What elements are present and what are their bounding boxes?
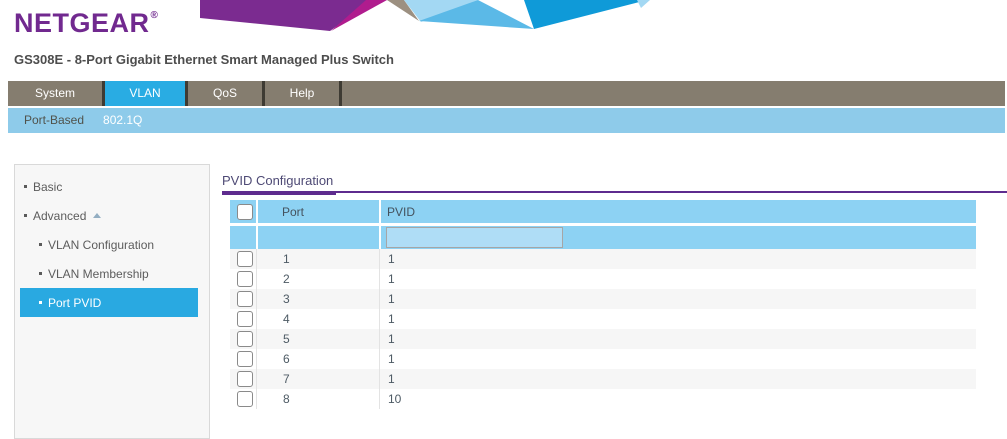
- sidebar-item-label: VLAN Membership: [48, 267, 149, 281]
- pvid-column-header: PVID: [381, 205, 976, 219]
- sidebar: Basic Advanced VLAN Configuration VLAN M…: [14, 164, 210, 439]
- select-all-checkbox[interactable]: [237, 204, 253, 220]
- row-checkbox[interactable]: [237, 271, 253, 287]
- nav-tab[interactable]: Help: [265, 81, 342, 106]
- row-checkbox[interactable]: [237, 351, 253, 367]
- pvid-cell: 1: [379, 309, 976, 329]
- sidebar-item[interactable]: Advanced: [20, 201, 198, 230]
- row-checkbox-cell: [230, 289, 256, 309]
- row-checkbox[interactable]: [237, 371, 253, 387]
- port-cell: 2: [256, 269, 379, 289]
- subnav-item[interactable]: Port-Based: [24, 108, 84, 133]
- secondary-nav: Port-Based 802.1Q: [8, 108, 1005, 133]
- sidebar-item-label: VLAN Configuration: [48, 238, 154, 252]
- pvid-cell: 1: [379, 249, 976, 269]
- column-divider: [256, 226, 258, 249]
- row-checkbox[interactable]: [237, 311, 253, 327]
- netgear-logo: NETGEAR®: [14, 8, 158, 39]
- brand-banner-graphic: [200, 0, 650, 33]
- header-checkbox-cell: [230, 200, 256, 223]
- pvid-cell: 1: [379, 269, 976, 289]
- subnav-item[interactable]: 802.1Q: [103, 108, 142, 133]
- port-column-header: Port: [258, 205, 379, 219]
- page-heading: PVID Configuration: [222, 173, 333, 188]
- nav-tab[interactable]: System: [8, 81, 105, 106]
- table-row: 8 10: [230, 389, 976, 409]
- sidebar-item[interactable]: Port PVID: [20, 288, 198, 317]
- nav-tab[interactable]: QoS: [188, 81, 265, 106]
- table-row: 4 1: [230, 309, 976, 329]
- sidebar-item[interactable]: VLAN Configuration: [20, 230, 198, 259]
- sidebar-item-label: Advanced: [33, 209, 86, 223]
- heading-rule: [222, 191, 1007, 193]
- row-checkbox-cell: [230, 389, 256, 409]
- row-checkbox[interactable]: [237, 291, 253, 307]
- sidebar-item-label: Port PVID: [48, 296, 101, 310]
- port-cell: 1: [256, 249, 379, 269]
- port-cell: 4: [256, 309, 379, 329]
- square-bullet-icon: [24, 185, 27, 188]
- table-row: 5 1: [230, 329, 976, 349]
- sidebar-item[interactable]: Basic: [20, 172, 198, 201]
- filter-checkbox-cell: [230, 226, 256, 249]
- port-cell: 5: [256, 329, 379, 349]
- table-row: 3 1: [230, 289, 976, 309]
- table-row: 2 1: [230, 269, 976, 289]
- registered-trademark-symbol: ®: [151, 10, 159, 21]
- row-checkbox-cell: [230, 329, 256, 349]
- nav-tab[interactable]: VLAN: [105, 81, 188, 106]
- row-checkbox-cell: [230, 349, 256, 369]
- pvid-cell: 1: [379, 369, 976, 389]
- pvid-cell: 1: [379, 329, 976, 349]
- heading-underline: [222, 191, 336, 195]
- square-bullet-icon: [39, 272, 42, 275]
- pvid-cell: 1: [379, 289, 976, 309]
- table-header-row: Port PVID: [230, 200, 976, 223]
- table-row: 6 1: [230, 349, 976, 369]
- nav-filler: [342, 81, 1005, 106]
- row-checkbox-cell: [230, 269, 256, 289]
- row-checkbox[interactable]: [237, 391, 253, 407]
- port-cell: 7: [256, 369, 379, 389]
- square-bullet-icon: [24, 214, 27, 217]
- port-cell: 3: [256, 289, 379, 309]
- row-checkbox[interactable]: [237, 251, 253, 267]
- netgear-logo-text: NETGEAR: [14, 8, 150, 38]
- pvid-cell: 1: [379, 349, 976, 369]
- row-checkbox-cell: [230, 369, 256, 389]
- row-checkbox[interactable]: [237, 331, 253, 347]
- filter-pvid-cell: [381, 227, 976, 248]
- square-bullet-icon: [39, 243, 42, 246]
- table-filter-row: [230, 226, 976, 249]
- row-checkbox-cell: [230, 309, 256, 329]
- table-row: 1 1: [230, 249, 976, 269]
- sidebar-item-label: Basic: [33, 180, 62, 194]
- primary-nav: SystemVLANQoSHelp: [8, 81, 1005, 106]
- square-bullet-icon: [39, 301, 42, 304]
- pvid-table: Port PVID 1 1: [230, 200, 976, 409]
- sidebar-item[interactable]: VLAN Membership: [20, 259, 198, 288]
- row-checkbox-cell: [230, 249, 256, 269]
- page-title: GS308E - 8-Port Gigabit Ethernet Smart M…: [14, 52, 394, 67]
- table-body: 1 1 2 1 3 1: [230, 249, 976, 409]
- port-cell: 6: [256, 349, 379, 369]
- port-cell: 8: [256, 389, 379, 409]
- table-row: 7 1: [230, 369, 976, 389]
- pvid-cell: 10: [379, 389, 976, 409]
- page-root: NETGEAR® GS308E - 8-Port Gigabit Etherne…: [0, 0, 1007, 439]
- collapse-caret-icon: [93, 213, 101, 218]
- pvid-input[interactable]: [386, 227, 563, 248]
